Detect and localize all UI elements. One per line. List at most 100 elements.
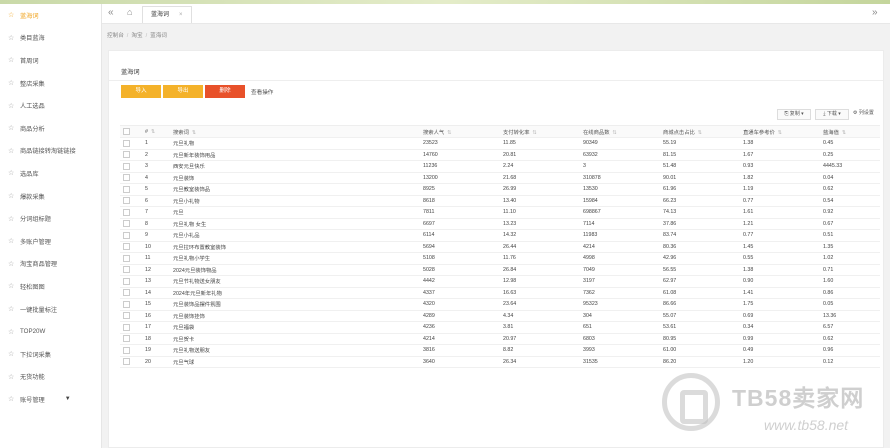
table-row[interactable]: 4 元旦装饰 13200 21.68 310878 90.01 1.82 0.04 <box>120 172 880 184</box>
row-checkbox[interactable] <box>123 243 130 251</box>
row-checkbox[interactable] <box>123 139 130 147</box>
table-row[interactable]: 10 元旦拉环布置教室装饰 5694 26.44 4214 80.36 1.45 1.35 <box>120 241 880 253</box>
sidebar-item[interactable]: ☆ 账号管理 ▼ <box>0 388 101 411</box>
tab-blue-ocean-words[interactable]: 蓝海词 × <box>142 6 192 23</box>
table-cell: 651 <box>580 321 660 334</box>
help-link[interactable]: 查看操作 <box>251 88 273 96</box>
breadcrumb-item[interactable]: 淘宝 <box>131 33 142 39</box>
table-row[interactable]: 5 元旦教室装饰品 8925 26.99 13530 61.96 1.19 0.62 <box>120 183 880 196</box>
home-icon[interactable]: ⌂ <box>127 7 132 17</box>
row-checkbox[interactable] <box>123 323 130 331</box>
sidebar-item[interactable]: ☆ 整店采集 <box>0 72 101 95</box>
sidebar-item-label: 人工选品 <box>20 103 45 111</box>
table-row[interactable]: 18 元旦贺卡 4214 20.97 6803 80.95 0.99 0.62 <box>120 333 880 345</box>
export-button[interactable]: 导出 <box>163 85 203 98</box>
row-checkbox[interactable] <box>123 231 130 239</box>
row-checkbox[interactable] <box>123 277 130 285</box>
table-cell: 20.97 <box>500 333 580 345</box>
table-row[interactable]: 3 西安元旦快乐 11236 2.24 3 51.48 0.93 4445.33 <box>120 160 880 173</box>
column-header[interactable]: 蓝海值 ⇅ <box>820 125 880 138</box>
row-checkbox[interactable] <box>123 208 130 216</box>
sidebar-item[interactable]: ☆ 人工选品 <box>0 94 101 117</box>
sort-icon[interactable]: ⇅ <box>698 130 702 136</box>
column-header[interactable]: 搜索词 ⇅ <box>170 125 420 138</box>
table-row[interactable]: 16 元旦装饰挂饰 4289 4.34 304 55.07 0.69 13.36 <box>120 310 880 322</box>
sort-icon[interactable]: ⇅ <box>533 130 537 136</box>
sort-icon[interactable]: ⇅ <box>842 130 846 136</box>
sidebar-item-label: 一键批量标注 <box>20 306 58 314</box>
row-checkbox[interactable] <box>123 266 130 274</box>
column-header[interactable]: 在线商品数 ⇅ <box>580 125 660 138</box>
sidebar-item[interactable]: ☆ 商品链接转淘链链接 <box>0 140 101 163</box>
row-checkbox[interactable] <box>123 289 130 297</box>
table-row[interactable]: 14 2024年元旦新年礼物 4337 16.63 7362 61.08 1.41 0.86 <box>120 287 880 299</box>
select-all-checkbox[interactable] <box>123 128 130 135</box>
table-row[interactable]: 17 元旦福袋 4236 3.81 651 53.61 0.34 6.57 <box>120 321 880 334</box>
sidebar-item[interactable]: ☆ 商品分析 <box>0 117 101 140</box>
row-checkbox[interactable] <box>123 162 130 170</box>
download-button[interactable]: ⤓ 下载 ▾ <box>815 109 849 120</box>
sidebar-item[interactable]: ☆ 多账户管理 <box>0 230 101 253</box>
row-checkbox[interactable] <box>123 185 130 193</box>
copy-button[interactable]: ⎘ 复制 ▾ <box>777 109 811 120</box>
table-row[interactable]: 20 元旦气球 3640 26.34 31535 86.20 1.20 0.12 <box>120 356 880 368</box>
column-header[interactable]: 支付转化率 ⇅ <box>500 125 580 138</box>
import-button[interactable]: 导入 <box>121 85 161 98</box>
delete-button[interactable]: 删除 <box>205 85 245 98</box>
table-cell: 4214 <box>420 333 500 345</box>
column-header[interactable]: # ⇅ <box>142 125 170 138</box>
sidebar-item[interactable]: ☆ 下拉词采集 <box>0 343 101 366</box>
table-row[interactable]: 2 元旦新年装饰用品 14760 20.81 63932 81.15 1.67 0.25 <box>120 149 880 161</box>
row-checkbox[interactable] <box>123 151 130 159</box>
row-checkbox[interactable] <box>123 358 130 366</box>
table-row[interactable]: 12 2024元旦装饰物品 5028 26.84 7049 56.55 1.38 0.71 <box>120 264 880 276</box>
row-checkbox[interactable] <box>123 174 130 182</box>
sort-icon[interactable]: ⇅ <box>447 130 451 136</box>
table-row[interactable]: 1 元旦礼物 23523 11.85 90349 55.19 1.38 0.45 <box>120 137 880 150</box>
row-checkbox[interactable] <box>123 197 130 205</box>
row-select-cell <box>120 241 142 253</box>
table-cell: 74.13 <box>660 206 740 219</box>
breadcrumb-item[interactable]: 控制台 <box>107 33 124 39</box>
sidebar-item[interactable]: ☆ 一键批量标注 <box>0 298 101 321</box>
table-row[interactable]: 6 元旦小礼物 8618 13.40 15984 66.23 0.77 0.54 <box>120 195 880 207</box>
scroll-tabs-right-icon[interactable]: » <box>872 7 878 18</box>
row-checkbox[interactable] <box>123 220 130 228</box>
table-row[interactable]: 15 元旦装饰品摆件氛围 4320 23.64 95323 86.66 1.75 0.05 <box>120 298 880 311</box>
table-row[interactable]: 9 元旦小礼品 6114 14.32 11983 83.74 0.77 0.51 <box>120 229 880 242</box>
row-checkbox[interactable] <box>123 300 130 308</box>
table-row[interactable]: 19 元旦礼物送朋友 3816 8.82 3993 61.00 0.49 0.96 <box>120 344 880 357</box>
sort-icon[interactable]: ⇅ <box>613 130 617 136</box>
sidebar-item[interactable]: ☆ 分词组标题 <box>0 207 101 230</box>
sidebar-item[interactable]: ☆ 爆款采集 <box>0 185 101 208</box>
column-header[interactable]: 直通车参考价 ⇅ <box>740 125 820 138</box>
column-settings-button[interactable]: ⚙ 列设置 <box>853 109 883 120</box>
collapse-sidebar-icon[interactable]: « <box>108 7 114 18</box>
sort-icon[interactable]: ⇅ <box>151 129 155 135</box>
table-row[interactable]: 8 元旦礼物 女生 6697 13.23 7114 37.86 1.21 0.67 <box>120 218 880 230</box>
sidebar-item[interactable]: ☆ TOP20W <box>0 320 101 343</box>
column-header[interactable]: 商城点击占比 ⇅ <box>660 125 740 138</box>
sidebar-item[interactable]: ☆ 类目蓝海 <box>0 27 101 50</box>
close-tab-icon[interactable]: × <box>179 12 183 18</box>
row-checkbox[interactable] <box>123 346 130 354</box>
sidebar-item[interactable]: ☆ 轻松图图 <box>0 275 101 298</box>
row-checkbox[interactable] <box>123 312 130 320</box>
table-row[interactable]: 13 元旦节礼物送女朋友 4442 12.98 3197 62.97 0.90 1.60 <box>120 275 880 288</box>
sidebar-item[interactable]: ☆ 选品库 <box>0 162 101 185</box>
sidebar-item[interactable]: ☆ 蓝海词 <box>0 4 101 27</box>
sidebar-item[interactable]: ☆ 无货功能 <box>0 366 101 389</box>
table-row[interactable]: 7 元旦 7811 11.10 698867 74.13 1.61 0.92 <box>120 206 880 219</box>
sidebar-item[interactable]: ☆ 首周词 <box>0 49 101 72</box>
column-header[interactable]: 搜索人气 ⇅ <box>420 125 500 138</box>
row-checkbox[interactable] <box>123 254 130 262</box>
watermark-url: www.tb58.net <box>764 417 849 433</box>
sort-icon[interactable]: ⇅ <box>778 130 782 136</box>
table-row[interactable]: 11 元旦礼物小学生 5108 11.76 4998 42.96 0.55 1.02 <box>120 252 880 265</box>
table-cell: 19 <box>142 344 170 357</box>
sidebar-item[interactable]: ☆ 淘宝商品管理 <box>0 253 101 276</box>
table-cell: 元旦新年装饰用品 <box>170 149 420 161</box>
row-checkbox[interactable] <box>123 335 130 343</box>
chevron-down-icon: ▾ <box>836 111 841 117</box>
sort-icon[interactable]: ⇅ <box>192 130 196 136</box>
